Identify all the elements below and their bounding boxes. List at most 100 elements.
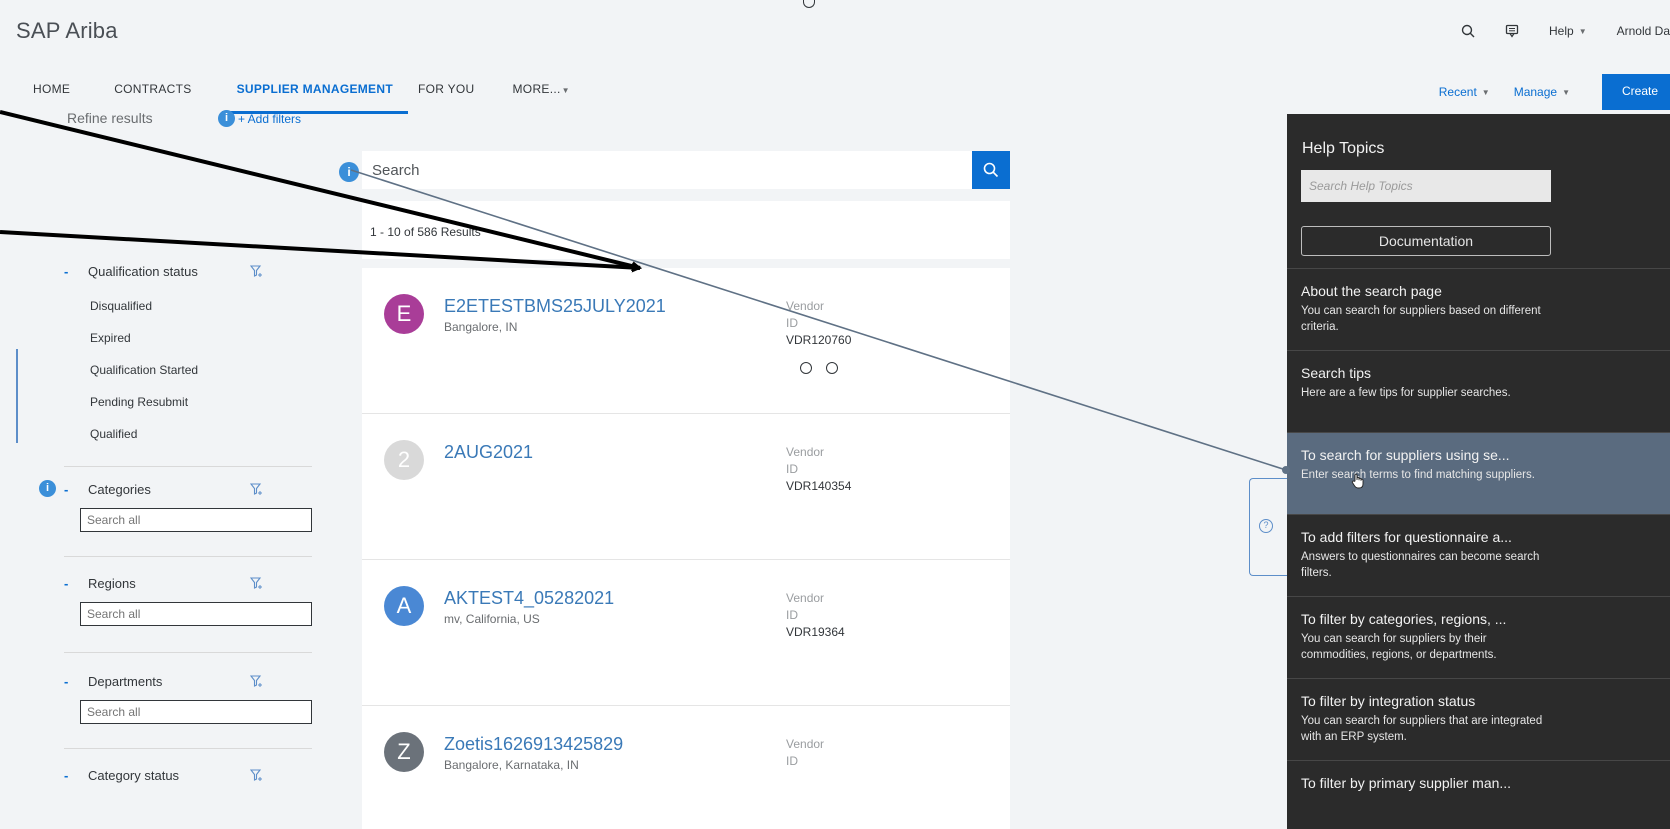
result-card[interactable]: 2 2AUG2021 Vendor ID VDR140354 <box>362 414 1010 560</box>
id-label: ID <box>786 316 798 330</box>
help-topic-title: To add filters for questionnaire a... <box>1301 529 1512 545</box>
supplier-name-link[interactable]: Zoetis1626913425829 <box>444 734 623 755</box>
result-card[interactable]: A AKTEST4_05282021 mv, California, US Ve… <box>362 560 1010 706</box>
filter-option[interactable]: Pending Resubmit <box>90 386 314 418</box>
vendor-label: Vendor <box>786 591 825 605</box>
nav-actions: Recent ▼ Manage ▼ Create <box>1415 70 1670 114</box>
collapse-icon[interactable]: - <box>64 482 88 497</box>
filter-header[interactable]: - Qualification status <box>64 260 314 282</box>
supplier-name-link[interactable]: 2AUG2021 <box>444 442 533 463</box>
vendor-id-block: Vendor ID VDR140354 <box>786 444 851 495</box>
result-card[interactable]: E E2ETESTBMS25JULY2021 Bangalore, IN Ven… <box>362 268 1010 414</box>
recent-menu[interactable]: Recent ▼ <box>1439 85 1490 99</box>
vendor-id-block: Vendor ID VDR120760 <box>786 298 851 349</box>
divider <box>64 556 312 557</box>
divider <box>64 652 312 653</box>
help-topic-item[interactable]: To filter by integration status You can … <box>1287 678 1670 760</box>
nav-tabs: HOME CONTRACTS SUPPLIER MANAGEMENT FOR Y… <box>0 70 570 114</box>
add-filters-link[interactable]: i + Add filters <box>218 110 301 127</box>
collapse-icon[interactable]: - <box>64 576 88 591</box>
divider <box>64 466 312 467</box>
filter-option[interactable]: Qualified <box>90 418 314 450</box>
id-label: ID <box>786 608 798 622</box>
documentation-button[interactable]: Documentation <box>1301 226 1551 256</box>
chevron-down-icon: ▼ <box>1578 26 1587 36</box>
notifications-icon[interactable] <box>1505 24 1519 38</box>
help-topic-item-active[interactable]: To search for suppliers using se... Ente… <box>1287 432 1670 514</box>
filter-header[interactable]: - Departments <box>64 670 314 692</box>
help-topics-title: Help Topics <box>1302 140 1385 157</box>
id-label: ID <box>786 462 798 476</box>
divider <box>64 748 312 749</box>
supplier-name-link[interactable]: E2ETESTBMS25JULY2021 <box>444 296 666 317</box>
collapse-icon[interactable]: - <box>64 264 88 279</box>
filter-funnel-icon[interactable] <box>250 482 264 496</box>
user-menu[interactable]: Arnold Da <box>1617 24 1670 38</box>
filter-title: Category status <box>88 767 180 783</box>
supplier-name-link[interactable]: AKTEST4_05282021 <box>444 588 614 609</box>
filter-funnel-icon[interactable] <box>250 768 264 782</box>
filter-funnel-icon[interactable] <box>250 264 264 278</box>
tab-more[interactable]: MORE...▼ <box>513 70 570 114</box>
top-tools: Help ▼ Arnold Da <box>1431 24 1670 38</box>
filter-departments: - Departments <box>64 670 314 724</box>
filter-header[interactable]: - Regions <box>64 572 314 594</box>
tab-supplier-management[interactable]: SUPPLIER MANAGEMENT <box>221 70 408 114</box>
supplier-location: Bangalore, Karnataka, IN <box>444 758 579 772</box>
help-topics-list: About the search page You can search for… <box>1287 268 1670 829</box>
tab-for-you[interactable]: FOR YOU <box>418 70 475 114</box>
help-menu[interactable]: Help ▼ <box>1549 24 1587 38</box>
chevron-down-icon: ▼ <box>561 86 570 95</box>
help-topic-item[interactable]: To add filters for questionnaire a... An… <box>1287 514 1670 596</box>
regions-search-input[interactable] <box>80 602 312 626</box>
help-topic-desc: You can search for suppliers based on di… <box>1301 305 1541 333</box>
tab-home[interactable]: HOME <box>33 70 70 114</box>
help-topic-title: Search tips <box>1301 365 1372 381</box>
help-topic-item[interactable]: To filter by primary supplier man... <box>1287 760 1670 829</box>
help-topic-title: To filter by integration status <box>1301 693 1476 709</box>
create-button[interactable]: Create <box>1602 74 1670 110</box>
filter-header[interactable]: - Category status <box>64 764 314 786</box>
departments-search-input[interactable] <box>80 700 312 724</box>
info-icon[interactable]: i <box>339 162 359 182</box>
result-card[interactable]: Z Zoetis1626913425829 Bangalore, Karnata… <box>362 706 1010 829</box>
vendor-id-block: Vendor ID <box>786 736 824 770</box>
side-marker <box>16 349 18 443</box>
filter-option[interactable]: Qualification Started <box>90 354 314 386</box>
question-icon: ? <box>1259 519 1273 533</box>
supplier-search-bar <box>362 151 1010 189</box>
avatar: A <box>384 586 424 626</box>
chevron-down-icon: ▼ <box>1562 87 1570 97</box>
filter-funnel-icon[interactable] <box>250 576 264 590</box>
avatar: Z <box>384 732 424 772</box>
filter-qualification-status: - Qualification status Disqualified Expi… <box>64 260 314 450</box>
help-topic-desc: Here are a few tips for supplier searche… <box>1301 387 1511 399</box>
info-icon[interactable]: i <box>39 480 56 497</box>
vendor-id: VDR120760 <box>786 333 852 347</box>
filter-funnel-icon[interactable] <box>250 674 264 688</box>
help-topic-desc: You can search for suppliers that are in… <box>1301 715 1543 743</box>
manage-menu[interactable]: Manage ▼ <box>1514 85 1570 99</box>
help-topic-item[interactable]: About the search page You can search for… <box>1287 268 1670 350</box>
help-topic-item[interactable]: Search tips Here are a few tips for supp… <box>1287 350 1670 432</box>
info-icon[interactable]: i <box>218 110 235 127</box>
collapse-icon[interactable]: - <box>64 768 88 783</box>
categories-search-input[interactable] <box>80 508 312 532</box>
loading-dot <box>800 362 812 374</box>
search-icon[interactable] <box>1461 24 1475 38</box>
filter-categories: - Categories <box>64 478 314 532</box>
help-topic-item[interactable]: To filter by categories, regions, ... Yo… <box>1287 596 1670 678</box>
filter-header[interactable]: - Categories <box>64 478 314 500</box>
filter-option[interactable]: Disqualified <box>90 290 314 322</box>
tab-contracts[interactable]: CONTRACTS <box>114 70 191 114</box>
filter-title: Regions <box>88 575 136 591</box>
help-panel-tab[interactable]: ? <box>1249 478 1287 576</box>
help-menu-label: Help <box>1549 24 1574 38</box>
filter-option[interactable]: Expired <box>90 322 314 354</box>
search-input[interactable] <box>362 151 970 189</box>
brand-logo[interactable]: SAP Ariba <box>16 18 118 44</box>
search-button[interactable] <box>972 151 1010 189</box>
collapse-icon[interactable]: - <box>64 674 88 689</box>
help-search-input[interactable] <box>1301 170 1551 202</box>
avatar: E <box>384 294 424 334</box>
